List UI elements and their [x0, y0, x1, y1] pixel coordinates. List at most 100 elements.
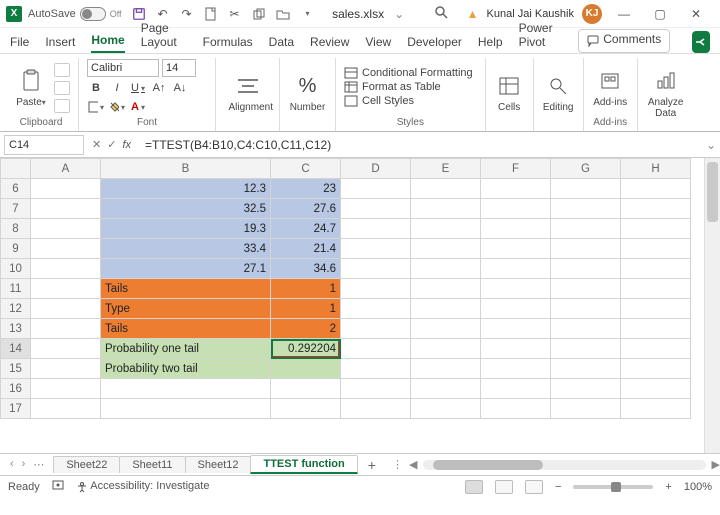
cell[interactable] [31, 219, 101, 239]
cell[interactable] [31, 199, 101, 219]
qat-customize-icon[interactable] [300, 7, 314, 21]
cell[interactable] [621, 199, 691, 219]
cell[interactable] [551, 359, 621, 379]
fill-color-button[interactable] [108, 99, 126, 115]
cell[interactable] [551, 319, 621, 339]
col-header-G[interactable]: G [551, 159, 621, 179]
cell[interactable] [481, 279, 551, 299]
cell[interactable] [31, 379, 101, 399]
cell[interactable] [411, 359, 481, 379]
cell[interactable]: Tails [101, 279, 271, 299]
enter-formula-icon[interactable]: ✓ [107, 138, 116, 151]
cell[interactable] [31, 299, 101, 319]
cell[interactable] [481, 179, 551, 199]
alignment-button[interactable]: Alignment [229, 72, 267, 113]
cell[interactable] [551, 279, 621, 299]
cell[interactable] [621, 399, 691, 419]
user-avatar[interactable]: KJ [582, 4, 602, 24]
tab-page-layout[interactable]: Page Layout [141, 21, 187, 53]
cell[interactable]: Tails [101, 319, 271, 339]
zoom-out-button[interactable]: − [555, 481, 561, 493]
sheet-tab-1[interactable]: Sheet11 [119, 456, 185, 473]
vscroll-thumb[interactable] [707, 162, 718, 222]
cell[interactable] [101, 399, 271, 419]
addins-button[interactable]: Add-ins [592, 67, 629, 108]
cell[interactable] [341, 279, 411, 299]
cell[interactable] [551, 339, 621, 359]
cell[interactable] [411, 379, 481, 399]
cell[interactable] [411, 319, 481, 339]
cell[interactable] [481, 399, 551, 419]
cell[interactable] [341, 219, 411, 239]
cell[interactable] [341, 319, 411, 339]
close-button[interactable]: ✕ [682, 7, 710, 21]
row-header[interactable]: 15 [1, 359, 31, 379]
row-header[interactable]: 7 [1, 199, 31, 219]
cell[interactable] [551, 219, 621, 239]
row-header[interactable]: 14 [1, 339, 31, 359]
row-header[interactable]: 10 [1, 259, 31, 279]
cut-icon[interactable]: ✂ [228, 7, 242, 21]
comments-button[interactable]: Comments [578, 29, 670, 53]
cell[interactable] [341, 299, 411, 319]
cell[interactable] [341, 259, 411, 279]
zoom-in-button[interactable]: + [665, 481, 671, 493]
increase-font-button[interactable]: A↑ [150, 80, 168, 96]
underline-button[interactable]: U [129, 80, 147, 96]
cell[interactable] [341, 379, 411, 399]
cell[interactable] [271, 379, 341, 399]
col-header-H[interactable]: H [621, 159, 691, 179]
sheet-tab-2[interactable]: Sheet12 [185, 456, 252, 473]
cell[interactable] [31, 179, 101, 199]
cell[interactable] [411, 179, 481, 199]
zoom-level[interactable]: 100% [684, 481, 712, 493]
tab-review[interactable]: Review [310, 35, 349, 53]
cell[interactable] [481, 199, 551, 219]
italic-button[interactable]: I [108, 80, 126, 96]
fx-icon[interactable]: fx [122, 139, 131, 151]
cell[interactable]: 2 [271, 319, 341, 339]
cell[interactable]: 12.3 [101, 179, 271, 199]
tab-list-icon[interactable]: ⋯ [33, 458, 44, 471]
cell[interactable] [621, 219, 691, 239]
cell[interactable] [621, 359, 691, 379]
tab-options-icon[interactable]: ⋮ [386, 458, 409, 471]
maximize-button[interactable]: ▢ [646, 7, 674, 21]
row-header[interactable]: 6 [1, 179, 31, 199]
redo-icon[interactable]: ↷ [180, 7, 194, 21]
minimize-button[interactable]: — [610, 7, 638, 21]
open-icon[interactable] [276, 7, 290, 21]
cell[interactable]: 1 [271, 279, 341, 299]
cell[interactable] [411, 279, 481, 299]
row-header[interactable]: 12 [1, 299, 31, 319]
paste-button[interactable]: Paste▾ [12, 67, 50, 108]
format-as-table-button[interactable]: Format as Table [344, 81, 477, 93]
cell[interactable] [411, 219, 481, 239]
warning-icon[interactable]: ▲ [467, 7, 479, 21]
cell[interactable] [101, 379, 271, 399]
cell[interactable] [481, 239, 551, 259]
tab-help[interactable]: Help [478, 35, 503, 53]
save-icon[interactable] [132, 7, 146, 21]
cell[interactable] [341, 339, 411, 359]
cell[interactable] [271, 359, 341, 379]
page-layout-view-button[interactable] [495, 480, 513, 494]
row-header[interactable]: 8 [1, 219, 31, 239]
cell[interactable]: 21.4 [271, 239, 341, 259]
vertical-scrollbar[interactable] [704, 158, 720, 453]
cell[interactable] [411, 399, 481, 419]
cell[interactable]: 24.7 [271, 219, 341, 239]
cells-table[interactable]: A B C D E F G H 612.323732.527.6819.324.… [0, 158, 691, 419]
cell[interactable]: 32.5 [101, 199, 271, 219]
cell[interactable] [31, 359, 101, 379]
bold-button[interactable]: B [87, 80, 105, 96]
cell[interactable] [481, 339, 551, 359]
row-header[interactable]: 17 [1, 399, 31, 419]
col-header-D[interactable]: D [341, 159, 411, 179]
user-name[interactable]: Kunal Jai Kaushik [487, 8, 574, 20]
cell[interactable] [481, 359, 551, 379]
tab-formulas[interactable]: Formulas [203, 35, 253, 53]
cell[interactable] [551, 379, 621, 399]
cell[interactable] [481, 219, 551, 239]
cell[interactable] [551, 239, 621, 259]
